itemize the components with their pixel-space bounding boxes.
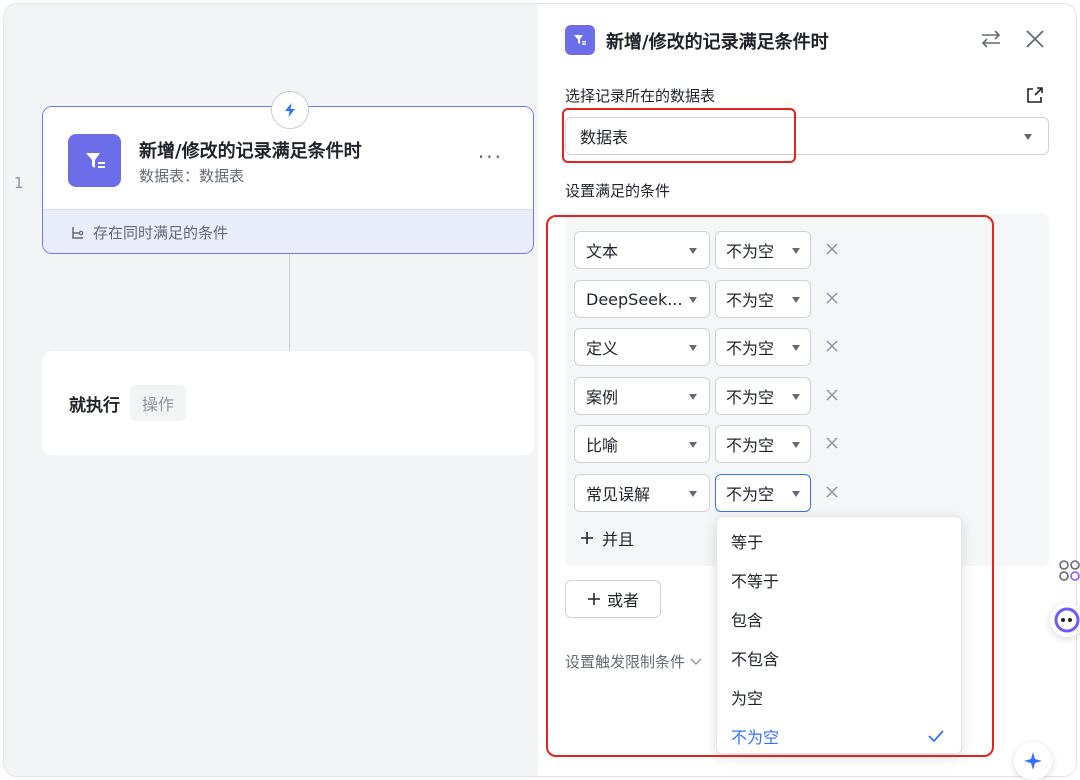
chevron-down-icon (689, 345, 697, 351)
operator-dropdown: 等于 不等于 包含 不包含 为空 不为空 (716, 516, 962, 754)
action-card[interactable]: 就执行 操作 (42, 351, 534, 455)
sparkle-icon[interactable] (1014, 742, 1052, 780)
remove-condition-icon[interactable] (824, 435, 840, 451)
operator-option[interactable]: 包含 (717, 599, 961, 638)
operator-option-label: 不等于 (731, 571, 780, 591)
field-select[interactable]: 案例 (574, 377, 710, 415)
branch-icon (72, 226, 84, 239)
filter-icon (68, 134, 121, 187)
flow-line (289, 254, 290, 354)
chevron-down-icon (792, 491, 800, 497)
operator-option-label: 不包含 (731, 649, 780, 669)
add-and-condition-button[interactable]: 并且 (580, 526, 634, 550)
operator-option-label: 等于 (731, 532, 764, 552)
more-options-button[interactable]: ··· (478, 145, 503, 169)
operator-option-selected[interactable]: 不为空 (717, 716, 961, 755)
table-label: 选择记录所在的数据表 (565, 87, 716, 105)
action-chip[interactable]: 操作 (130, 385, 187, 421)
add-or-condition-button[interactable]: 或者 (565, 580, 661, 618)
operator-option[interactable]: 为空 (717, 677, 961, 716)
panel-title: 新增/修改的记录满足条件时 (606, 32, 829, 53)
table-select-value: 数据表 (580, 128, 629, 147)
field-select-value: 定义 (586, 339, 619, 358)
operator-select[interactable]: 不为空 (715, 425, 811, 463)
operator-option[interactable]: 不包含 (717, 638, 961, 677)
operator-select-value: 不为空 (726, 339, 775, 358)
operator-select-value: 不为空 (726, 291, 775, 310)
workflow-canvas: 1 新增/修改的记录满足条件时 数据表：数据表 ··· 存在同时满足的条件 就执… (4, 4, 538, 776)
trigger-subtitle: 数据表：数据表 (139, 167, 245, 185)
operator-select[interactable]: 不为空 (715, 474, 811, 512)
chevron-down-icon (689, 442, 697, 448)
trigger-limit-link[interactable]: 设置触发限制条件 (565, 651, 702, 672)
operator-option-label: 包含 (731, 610, 764, 630)
chevron-down-icon (1024, 134, 1032, 140)
conditions-group: 文本 不为空 DeepSeek... 不为空 定义 不为空 案例 不为空 比喻 (565, 214, 1049, 566)
remove-condition-icon[interactable] (824, 290, 840, 306)
chevron-down-icon (792, 442, 800, 448)
action-label: 就执行 (69, 395, 120, 416)
remove-condition-icon[interactable] (824, 484, 840, 500)
and-label: 并且 (602, 530, 635, 549)
limit-label: 设置触发限制条件 (565, 653, 686, 671)
app-window: 1 新增/修改的记录满足条件时 数据表：数据表 ··· 存在同时满足的条件 就执… (3, 3, 1077, 777)
trigger-connector[interactable] (271, 91, 309, 129)
filter-icon (565, 25, 595, 55)
operator-select[interactable]: 不为空 (715, 377, 811, 415)
operator-select-value: 不为空 (726, 388, 775, 407)
chevron-down-icon (689, 394, 697, 400)
apps-icon[interactable] (1056, 556, 1080, 584)
operator-option-label: 不为空 (731, 727, 780, 747)
field-select[interactable]: DeepSeek... (574, 280, 710, 318)
trigger-condition-text: 存在同时满足的条件 (93, 224, 229, 242)
operator-option[interactable]: 不等于 (717, 560, 961, 599)
lightning-icon (285, 103, 295, 117)
remove-condition-icon[interactable] (824, 387, 840, 403)
config-panel: 新增/修改的记录满足条件时 选择记录所在的数据表 数据表 设置满足的条件 文本 … (538, 4, 1076, 776)
assistant-icon[interactable] (1050, 603, 1080, 637)
field-select-value: 常见误解 (586, 485, 651, 504)
operator-select-value: 不为空 (726, 436, 775, 455)
field-select-value: 比喻 (586, 436, 619, 455)
conditions-label: 设置满足的条件 (565, 182, 671, 200)
field-select-value: 文本 (586, 242, 619, 261)
field-select[interactable]: 常见误解 (574, 474, 710, 512)
chevron-down-icon (792, 394, 800, 400)
operator-select-value: 不为空 (726, 485, 775, 504)
remove-condition-icon[interactable] (824, 338, 840, 354)
field-select[interactable]: 定义 (574, 328, 710, 366)
chevron-down-icon (690, 658, 702, 665)
close-icon[interactable] (1022, 26, 1048, 52)
or-label: 或者 (606, 591, 639, 610)
chevron-down-icon (792, 345, 800, 351)
trigger-title: 新增/修改的记录满足条件时 (139, 141, 362, 162)
operator-option[interactable]: 等于 (717, 521, 961, 560)
operator-option-label: 为空 (731, 688, 764, 708)
external-link-icon[interactable] (1024, 84, 1046, 106)
field-select[interactable]: 文本 (574, 231, 710, 269)
table-select[interactable]: 数据表 (565, 117, 1049, 155)
operator-select[interactable]: 不为空 (715, 231, 811, 269)
row-number: 1 (14, 174, 24, 192)
plus-icon (587, 593, 600, 605)
field-select-value: 案例 (586, 388, 619, 407)
chevron-down-icon (689, 297, 697, 303)
check-icon (928, 730, 944, 743)
swap-icon[interactable] (978, 26, 1004, 52)
operator-select[interactable]: 不为空 (715, 280, 811, 318)
remove-condition-icon[interactable] (824, 241, 840, 257)
operator-select-value: 不为空 (726, 242, 775, 261)
field-select[interactable]: 比喻 (574, 425, 710, 463)
chevron-down-icon (689, 491, 697, 497)
operator-select[interactable]: 不为空 (715, 328, 811, 366)
trigger-condition-bar: 存在同时满足的条件 (43, 209, 533, 253)
chevron-down-icon (689, 248, 697, 254)
plus-icon (581, 532, 593, 544)
chevron-down-icon (792, 297, 800, 303)
chevron-down-icon (792, 248, 800, 254)
field-select-value: DeepSeek... (586, 289, 683, 309)
